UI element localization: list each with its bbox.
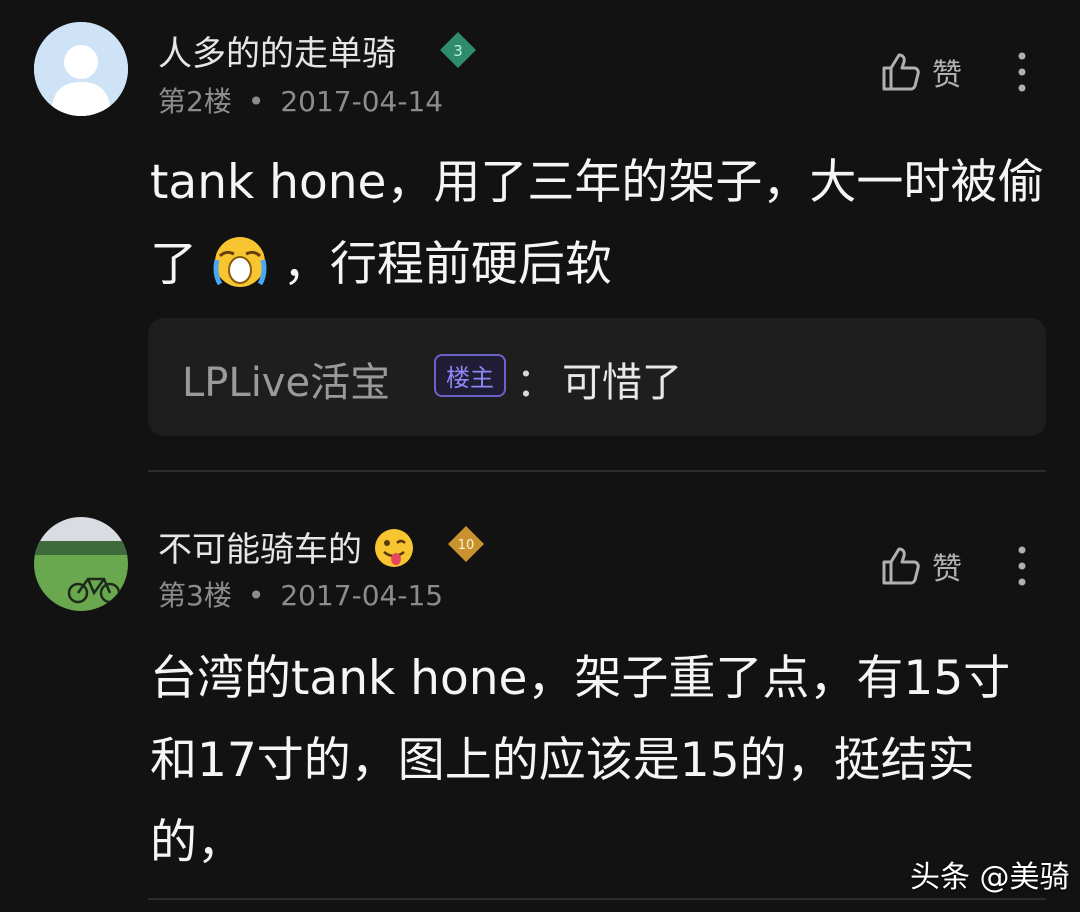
avatar[interactable] bbox=[34, 517, 128, 611]
username[interactable]: 不可能骑车的 bbox=[158, 522, 415, 571]
reply-colon: ： bbox=[516, 360, 556, 406]
reply-username[interactable]: LPLive活宝 bbox=[182, 350, 390, 408]
default-user-icon bbox=[34, 22, 128, 116]
floor-number: 第2楼 bbox=[158, 85, 232, 118]
avatar[interactable] bbox=[34, 22, 128, 116]
vertical-dots-icon bbox=[1018, 546, 1026, 586]
watermark: 头条 @美骑 bbox=[910, 860, 1070, 895]
vertical-dots-icon bbox=[1018, 52, 1026, 92]
comment-date: 2017-04-14 bbox=[280, 85, 444, 118]
svg-text:10: 10 bbox=[458, 538, 475, 553]
crying-face-emoji bbox=[212, 234, 268, 290]
comment-meta: 第2楼 • 2017-04-14 bbox=[158, 80, 443, 120]
level-badge: 10 bbox=[446, 524, 486, 564]
like-label: 赞 bbox=[932, 552, 962, 587]
separator-dot: • bbox=[247, 579, 265, 612]
comment-meta: 第3楼 • 2017-04-15 bbox=[158, 574, 443, 614]
username[interactable]: 人多的的走单骑 bbox=[158, 26, 396, 75]
username-text: 不可能骑车的 bbox=[158, 530, 362, 570]
svg-text:3: 3 bbox=[453, 42, 463, 60]
more-options-button[interactable] bbox=[1010, 544, 1034, 588]
comment-card: 人多的的走单骑 3 第2楼 • 2017-04-14 赞 tank hone，用了三… bbox=[0, 0, 1080, 470]
bicycle-field-photo bbox=[34, 517, 128, 611]
level-badge: 3 bbox=[438, 30, 478, 70]
op-tag: 楼主 bbox=[434, 354, 506, 397]
like-button[interactable]: 赞 bbox=[878, 544, 962, 588]
more-options-button[interactable] bbox=[1010, 50, 1034, 94]
comment-text: 台湾的tank hone，架子重了点，有15寸和17寸的，图上的应该是15的，挺… bbox=[150, 651, 1011, 870]
separator-dot: • bbox=[247, 85, 265, 118]
thumbs-up-icon bbox=[882, 53, 920, 91]
floor-number: 第3楼 bbox=[158, 579, 232, 612]
reply-text: 可惜了 bbox=[562, 360, 682, 406]
divider bbox=[148, 898, 1046, 900]
like-button[interactable]: 赞 bbox=[878, 50, 962, 94]
diamond-icon: 3 bbox=[440, 32, 476, 68]
winking-tongue-emoji bbox=[374, 529, 413, 567]
comment-date: 2017-04-15 bbox=[280, 579, 444, 612]
comment-card: 不可能骑车的 10 第3楼 • 2017-04-15 赞 台湾的tank hone， bbox=[0, 472, 1080, 912]
diamond-icon: 10 bbox=[448, 526, 484, 562]
like-label: 赞 bbox=[932, 58, 962, 93]
reply-preview[interactable]: LPLive活宝 楼主 ： 可惜了 bbox=[148, 318, 1046, 436]
thumbs-up-icon bbox=[882, 547, 920, 585]
comment-text: tank hone，用了三年的架子，大一时被偷了 ，行程前硬后软 bbox=[150, 142, 1050, 306]
comment-text-part: ，行程前硬后软 bbox=[282, 237, 612, 292]
